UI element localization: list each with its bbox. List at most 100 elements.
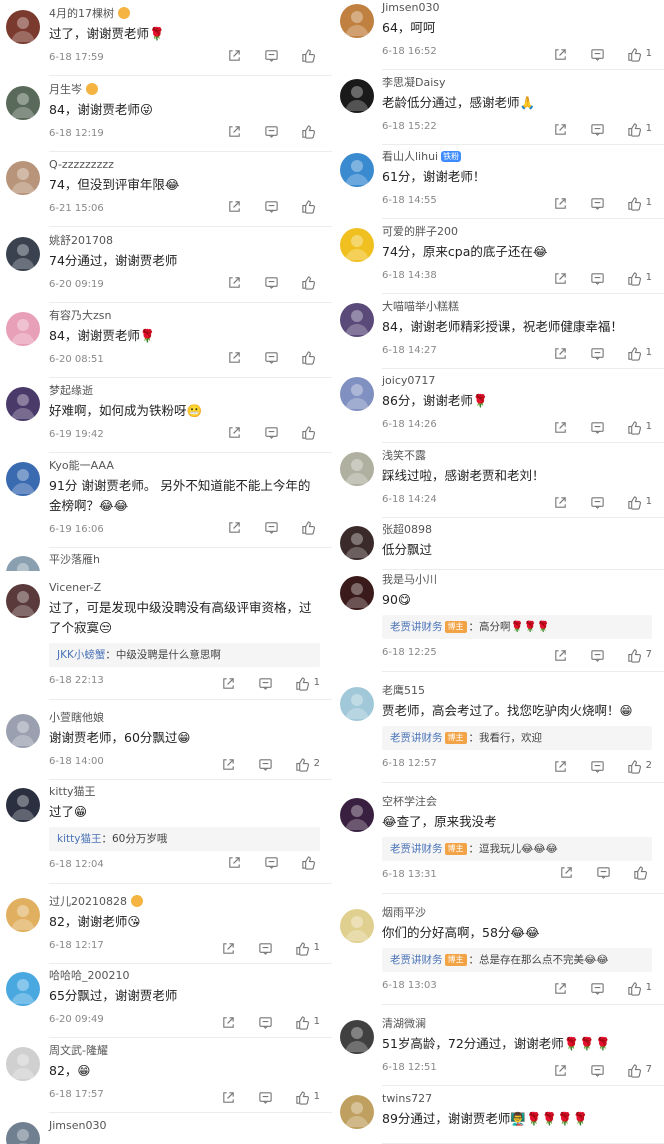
reply-button[interactable] [258,941,273,956]
reply-button[interactable] [258,676,273,691]
username[interactable]: Jimsen030 [382,0,652,16]
reply-button[interactable] [264,520,279,535]
like-button[interactable]: 1 [627,117,652,141]
avatar[interactable] [340,687,374,721]
username-text[interactable]: 看山人lihui [382,150,438,163]
username-text[interactable]: twins727 [382,1092,432,1105]
reply-button[interactable] [590,420,605,435]
username[interactable]: joicy0717 [382,373,652,389]
avatar[interactable] [6,788,40,822]
share-button[interactable] [553,495,568,510]
username-text[interactable]: 可爱的胖子200 [382,225,458,238]
username-text[interactable]: 李思凝Daisy [382,76,446,89]
share-button[interactable] [227,425,242,440]
reply-button[interactable] [264,350,279,365]
share-button[interactable] [227,350,242,365]
avatar[interactable] [6,161,40,195]
username-text[interactable]: Jimsen030 [382,1,439,14]
username[interactable]: Jimsen030 [49,1118,320,1134]
like-button[interactable]: 1 [627,266,652,290]
avatar[interactable] [340,576,374,610]
avatar[interactable] [6,387,40,421]
share-button[interactable] [227,124,242,139]
reply-button[interactable] [590,759,605,774]
username-text[interactable]: 周文武-隆耀 [49,1044,108,1057]
like-button[interactable]: 1 [295,671,320,695]
share-button[interactable] [553,271,568,286]
username-text[interactable]: 过儿20210828 [49,895,127,908]
reply-button[interactable] [264,425,279,440]
share-button[interactable] [221,676,236,691]
share-button[interactable] [221,757,236,772]
username[interactable]: 清湖微澜 [382,1016,652,1032]
username-text[interactable]: Kyo能一AAA [49,459,114,472]
reply-box[interactable]: JKK小螃蟹：中级没聘是什么意思啊 [49,643,320,667]
like-button[interactable] [301,124,320,139]
like-button[interactable] [633,865,652,880]
username[interactable]: 有容乃大zsn [49,308,320,324]
avatar[interactable] [6,584,40,618]
share-button[interactable] [553,420,568,435]
like-button[interactable] [301,855,320,870]
username-text[interactable]: 老鹰515 [382,684,425,697]
username[interactable]: Vicener-Z [49,580,320,596]
like-button[interactable] [301,520,320,535]
username-text[interactable]: 空杯学注会 [382,795,437,808]
username[interactable]: Q-zzzzzzzzz [49,157,320,173]
avatar[interactable] [340,1095,374,1129]
reply-username[interactable]: 老贾讲财务 [390,843,443,855]
like-button[interactable]: 1 [627,976,652,1000]
like-button[interactable]: 1 [627,490,652,514]
username[interactable]: 4月的17棵树 [49,6,320,22]
like-button[interactable]: 7 [627,1058,652,1082]
share-button[interactable] [553,981,568,996]
username-text[interactable]: 烟雨平沙 [382,906,426,919]
username[interactable]: 可爱的胖子200 [382,224,652,240]
share-button[interactable] [221,1090,236,1105]
avatar[interactable] [340,79,374,113]
reply-button[interactable] [264,124,279,139]
share-button[interactable] [553,648,568,663]
avatar[interactable] [340,303,374,337]
reply-button[interactable] [590,196,605,211]
share-button[interactable] [221,941,236,956]
reply-button[interactable] [590,122,605,137]
reply-button[interactable] [264,855,279,870]
username[interactable]: 姚舒201708 [49,233,320,249]
username-text[interactable]: joicy0717 [382,374,435,387]
like-button[interactable] [301,350,320,365]
username-text[interactable]: 有容乃大zsn [49,309,111,322]
username-text[interactable]: 清湖微澜 [382,1017,426,1030]
avatar[interactable] [6,10,40,44]
reply-button[interactable] [264,48,279,63]
username-text[interactable]: kitty猫王 [49,785,96,798]
share-button[interactable] [553,196,568,211]
share-button[interactable] [227,48,242,63]
username[interactable]: 看山人lihui 铁粉 [382,149,652,165]
like-button[interactable]: 1 [627,415,652,439]
like-button[interactable]: 1 [295,936,320,960]
reply-button[interactable] [258,1090,273,1105]
reply-button[interactable] [258,757,273,772]
username[interactable]: kitty猫王 [49,784,320,800]
username[interactable]: 烟雨平沙 [382,905,652,921]
avatar[interactable] [6,972,40,1006]
username[interactable]: 哈哈哈_200210 [49,968,320,984]
share-button[interactable] [227,855,242,870]
avatar[interactable] [6,462,40,496]
username[interactable]: 月生岑 [49,82,320,98]
avatar[interactable] [340,153,374,187]
avatar[interactable] [6,86,40,120]
username[interactable]: Kyo能一AAA [49,458,320,474]
avatar[interactable] [6,1047,40,1081]
avatar[interactable] [340,1020,374,1054]
avatar[interactable] [6,312,40,346]
reply-box[interactable]: 老贾讲财务 博主 ：高分啊🌹🌹🌹 [382,615,652,639]
avatar[interactable] [340,798,374,832]
reply-button[interactable] [590,47,605,62]
username[interactable]: 梦起缘逝 [49,383,320,399]
reply-box[interactable]: 老贾讲财务 博主 ：总是存在那么点不完美😂😂 [382,948,652,972]
reply-button[interactable] [590,981,605,996]
like-button[interactable] [301,48,320,63]
reply-box[interactable]: 老贾讲财务 博主 ：逗我玩儿😂😂😂 [382,837,652,861]
